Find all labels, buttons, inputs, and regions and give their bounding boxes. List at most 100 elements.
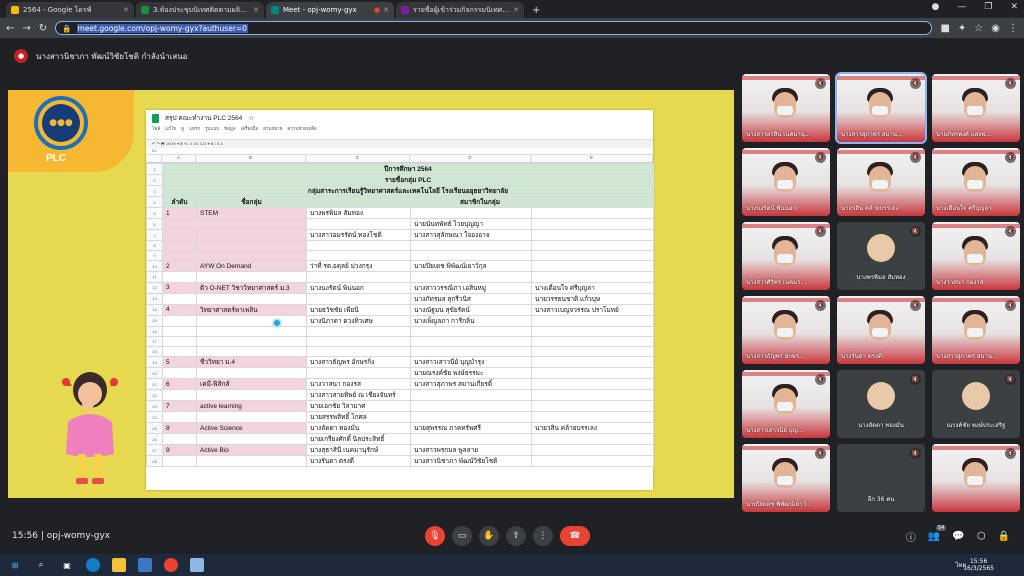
- paint-icon[interactable]: [190, 558, 204, 572]
- member-cell[interactable]: [306, 367, 411, 380]
- member-cell[interactable]: [410, 345, 532, 358]
- member-cell[interactable]: [410, 335, 532, 347]
- close-tab-icon[interactable]: ✕: [123, 6, 129, 14]
- member-cell[interactable]: [530, 314, 655, 327]
- sheet-menu-item[interactable]: ดู: [181, 125, 184, 132]
- minimize-icon[interactable]: —: [957, 2, 966, 12]
- group-name-cell[interactable]: [196, 367, 307, 380]
- member-cell[interactable]: นางสาวเบญจวรรณ ปราโมทย์: [530, 303, 655, 316]
- member-cell[interactable]: นางภัทรมล สุกรีวนิส: [410, 292, 532, 305]
- member-cell[interactable]: นายธวัชชัย เพียนิ: [306, 303, 411, 316]
- input-language[interactable]: ไทย: [956, 560, 967, 570]
- member-cell[interactable]: นางเตือนใจ ศรีบุญลา: [530, 281, 655, 294]
- sheet-menu-item[interactable]: ความช่วยเหลือ: [287, 125, 316, 132]
- sheet-menu-item[interactable]: เครื่องมือ: [241, 125, 259, 132]
- group-number-cell[interactable]: 3: [162, 281, 197, 294]
- meeting-details[interactable]: 15:56 | opj-womy-gyx: [12, 531, 110, 541]
- group-number-cell[interactable]: 9: [162, 444, 197, 457]
- participant-tile[interactable]: 🔇 นางสาวสุภาพร สมาน...: [932, 296, 1020, 364]
- maximize-icon[interactable]: ❐: [984, 2, 992, 12]
- member-cell[interactable]: [530, 325, 655, 337]
- participant-tile[interactable]: 🔇 นายวสิน คล้ายบรรเลง: [837, 148, 925, 216]
- sheet-menu-item[interactable]: แก้ไข: [165, 125, 176, 132]
- group-name-cell[interactable]: [196, 325, 307, 337]
- member-cell[interactable]: [530, 433, 655, 446]
- member-cell[interactable]: นายวสิน คล้ายบรรเลง: [530, 422, 655, 435]
- member-cell[interactable]: [410, 400, 532, 413]
- member-cell[interactable]: [530, 250, 655, 262]
- participant-tile[interactable]: 🔇 นางสาวสุภาพร สมาน...: [835, 72, 927, 144]
- member-cell[interactable]: [530, 345, 655, 358]
- group-number-cell[interactable]: [162, 335, 197, 347]
- more-options-button[interactable]: ⋮: [533, 526, 553, 546]
- member-cell[interactable]: [410, 411, 532, 424]
- member-cell[interactable]: [530, 271, 655, 283]
- header-group[interactable]: ชื่อกลุ่ม: [196, 196, 307, 208]
- participant-tile[interactable]: 🔇: [932, 444, 1020, 512]
- group-name-cell[interactable]: เคมี-ฟิสิกส์: [196, 378, 307, 391]
- back-icon[interactable]: ←: [6, 23, 14, 34]
- group-name-cell[interactable]: วิทยาศาสตร์พาเพลิน: [196, 303, 307, 316]
- list-title-cell[interactable]: รายชื่อกลุ่ม PLC: [161, 174, 655, 186]
- group-number-cell[interactable]: 5: [162, 356, 197, 369]
- sheet-menu-item[interactable]: ส่วนขยาย: [263, 125, 282, 132]
- group-number-cell[interactable]: [162, 433, 197, 446]
- member-cell[interactable]: นายเอกชัย วิลามาศ: [306, 400, 411, 413]
- file-explorer-icon[interactable]: [112, 558, 126, 572]
- group-number-cell[interactable]: [162, 325, 197, 337]
- group-name-cell[interactable]: [196, 335, 307, 347]
- member-cell[interactable]: นางสาวสุภาพร สมานเกียรติ์: [410, 378, 532, 391]
- browser-tab-attendees[interactable]: รายชื่อผู้เข้าร่วมกิจกรรมนิเทศติดตามผล..…: [396, 2, 524, 18]
- member-cell[interactable]: นางเพ็ญลภา การีกลิ่น: [410, 314, 532, 327]
- menu-kebab-icon[interactable]: ⋮: [1008, 23, 1018, 34]
- participant-tile[interactable]: 🔇 นางรันดา ตรงดี: [837, 296, 925, 364]
- member-cell[interactable]: [410, 250, 532, 262]
- group-number-cell[interactable]: [162, 314, 197, 327]
- group-number-cell[interactable]: 2: [162, 260, 197, 273]
- member-cell[interactable]: นางนงรัตน์ พินนอก: [306, 281, 411, 294]
- browser-tab-meeting-room[interactable]: 3.ห้องประชุมนิเทศติดตามผลิตสื่อการ... ✕: [136, 2, 264, 18]
- member-cell[interactable]: นายสรรพสิทธิ์ โกศล: [306, 411, 411, 424]
- participant-tile[interactable]: 🔇 นางพรพิมล สัมทอง: [837, 222, 925, 290]
- group-name-cell[interactable]: Active Bio: [196, 444, 307, 457]
- group-number-cell[interactable]: [162, 271, 197, 283]
- member-cell[interactable]: นางวาสนา กองรส: [306, 378, 411, 391]
- browser-tab-meet[interactable]: Meet - opj-womy-gyx ● ✕: [266, 2, 394, 18]
- member-cell[interactable]: [530, 218, 655, 230]
- group-name-cell[interactable]: [196, 345, 307, 358]
- member-cell[interactable]: นางณัฐมน สุขัยรัตน์: [410, 303, 532, 316]
- group-number-cell[interactable]: [162, 218, 197, 230]
- group-name-cell[interactable]: [196, 433, 307, 446]
- member-cell[interactable]: [306, 325, 411, 337]
- group-number-cell[interactable]: [162, 345, 197, 358]
- present-screen-button[interactable]: ⇪: [506, 526, 526, 546]
- participant-tile[interactable]: 🔇 นางสาวเสาวนีย์ บุญ...: [742, 370, 830, 438]
- member-cell[interactable]: [410, 271, 532, 283]
- member-cell[interactable]: [410, 207, 532, 219]
- member-cell[interactable]: [306, 218, 411, 230]
- member-cell[interactable]: [530, 335, 655, 347]
- camera-button[interactable]: ▭: [452, 526, 472, 546]
- extensions-icon[interactable]: ✦: [958, 23, 966, 34]
- member-cell[interactable]: [530, 260, 655, 273]
- group-name-cell[interactable]: ติว O-NET วิชาวิทยาศาสตร์ ม.3: [196, 281, 307, 294]
- camera-in-use-icon[interactable]: ■: [940, 23, 949, 34]
- member-cell[interactable]: นางสาวนิชาภา พัฒน์วิชัยโชติ: [410, 455, 532, 468]
- member-cell[interactable]: นายสุพรรณ ภาคทรัพศรี: [410, 422, 532, 435]
- member-cell[interactable]: นายวรรธนชาติ แก้วบุษ: [530, 292, 655, 305]
- member-cell[interactable]: [530, 411, 655, 424]
- group-name-cell[interactable]: [196, 292, 307, 305]
- group-number-cell[interactable]: [162, 292, 197, 305]
- member-cell[interactable]: [530, 239, 655, 252]
- member-cell[interactable]: [530, 207, 655, 219]
- group-number-cell[interactable]: 7: [162, 400, 197, 413]
- people-button[interactable]: 👥 54: [928, 524, 947, 542]
- group-name-cell[interactable]: Active Science: [196, 422, 307, 435]
- member-cell[interactable]: [306, 250, 411, 262]
- formula-bar[interactable]: B2: [146, 148, 653, 155]
- participant-tile[interactable]: 🔇 นายภัทรพงศ์ แสงพ...: [932, 74, 1020, 142]
- group-number-cell[interactable]: [162, 229, 197, 241]
- header-no[interactable]: ลำดับ: [162, 196, 197, 208]
- group-number-cell[interactable]: [162, 411, 197, 424]
- browser-tab-drive[interactable]: 2564 - Google ไดรฟ์ ✕: [6, 2, 134, 18]
